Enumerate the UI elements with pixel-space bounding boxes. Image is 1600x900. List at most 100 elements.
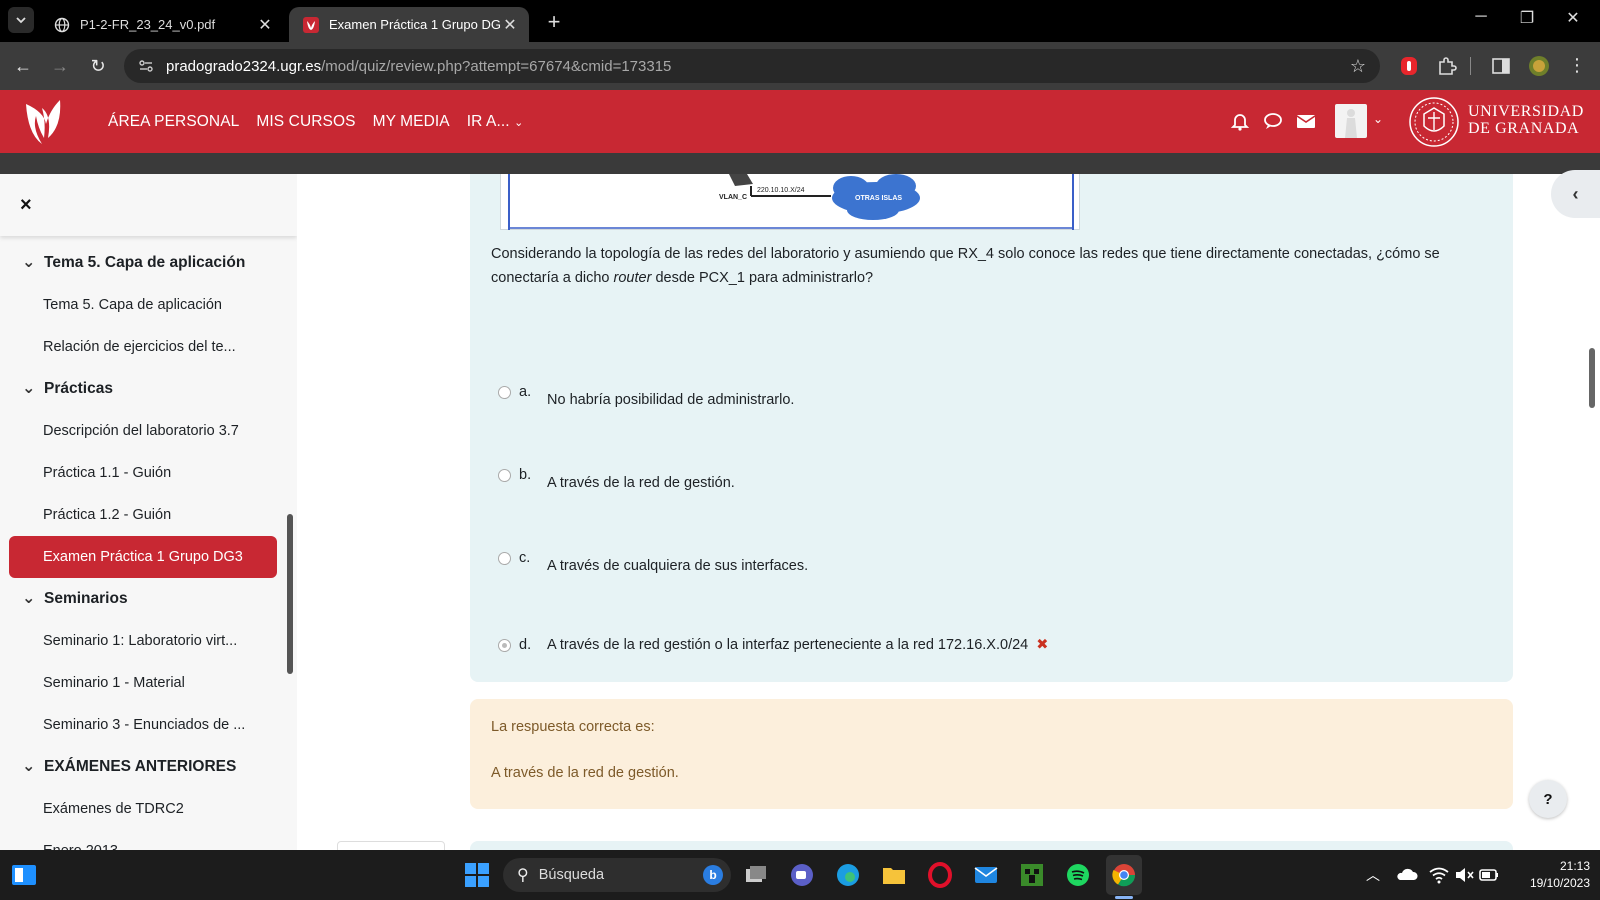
next-question-info-box xyxy=(337,841,445,850)
chevron-down-icon[interactable]: ⌄ xyxy=(22,255,35,271)
answer-radio[interactable] xyxy=(498,386,511,399)
course-item[interactable]: Enero 2013 xyxy=(0,830,285,850)
main-region: VLAN_C 220.10.10.X/24 OTRAS ISLAS Consid… xyxy=(297,174,1600,850)
opera-icon[interactable] xyxy=(927,862,953,888)
chevron-down-icon[interactable]: ⌄ xyxy=(22,591,35,607)
course-item[interactable]: Seminario 1 - Material xyxy=(0,662,285,704)
system-clock[interactable]: 21:13 19/10/2023 xyxy=(1510,858,1590,892)
site-info-icon[interactable] xyxy=(138,58,154,74)
browser-menu-icon[interactable]: ⋮ xyxy=(1565,53,1589,77)
address-bar[interactable]: pradogrado2324.ugr.es/mod/quiz/review.ph… xyxy=(124,49,1380,83)
course-item[interactable]: Exámenes de TDRC2 xyxy=(0,788,285,830)
course-item[interactable]: Seminario 3 - Enunciados de ... xyxy=(0,704,285,746)
chevron-down-icon[interactable]: ⌄ xyxy=(22,381,35,397)
tab-close-icon[interactable]: ✕ xyxy=(256,15,274,35)
university-brand-text: UNIVERSIDAD DE GRANADA xyxy=(1468,103,1584,137)
minecraft-icon[interactable] xyxy=(1019,862,1045,888)
desktop-app-icon[interactable] xyxy=(11,862,37,888)
course-index-drawer: ⌄ Tema 5. Capa de aplicación Tema 5. Capa … xyxy=(0,174,297,850)
course-item-label: Exámenes de TDRC2 xyxy=(43,801,184,817)
course-section[interactable]: ⌄ Prácticas xyxy=(0,368,285,410)
course-item-active[interactable]: Examen Práctica 1 Grupo DG3 xyxy=(9,536,277,578)
course-section[interactable]: ⌄ EXÁMENES ANTERIORES xyxy=(0,746,285,788)
answer-radio[interactable] xyxy=(498,552,511,565)
mail-app-icon[interactable] xyxy=(973,862,999,888)
drawer-scrollbar[interactable] xyxy=(287,514,293,674)
brand-line1: UNIVERSIDAD xyxy=(1468,103,1584,120)
side-panel-icon[interactable] xyxy=(1489,54,1513,78)
tab-close-icon[interactable]: ✕ xyxy=(501,15,519,35)
windows-start-icon[interactable] xyxy=(464,862,490,888)
onedrive-cloud-icon[interactable] xyxy=(1395,863,1419,887)
back-arrow-icon[interactable]: ← xyxy=(11,54,35,78)
brand-line2: DE GRANADA xyxy=(1468,120,1580,137)
reload-icon[interactable]: ↻ xyxy=(86,54,110,78)
minimize-icon[interactable]: ─ xyxy=(1466,8,1496,26)
ugr-logo-icon[interactable] xyxy=(22,98,66,146)
bookmark-star-icon[interactable]: ☆ xyxy=(1350,56,1366,77)
course-item-label: Tema 5. Capa de aplicación xyxy=(43,297,222,313)
course-item[interactable]: Tema 5. Capa de aplicación xyxy=(0,284,285,326)
search-icon: ⚲ xyxy=(517,867,529,884)
user-avatar[interactable] xyxy=(1335,104,1367,138)
ugr-favicon-icon xyxy=(303,16,319,33)
answer-letter: d. xyxy=(519,637,532,653)
file-explorer-icon[interactable] xyxy=(881,862,907,888)
wifi-icon[interactable] xyxy=(1427,863,1451,887)
nav-area-personal[interactable]: ÁREA PERSONAL xyxy=(108,113,239,131)
nav-my-media[interactable]: MY MEDIA xyxy=(373,113,450,131)
spotify-icon[interactable] xyxy=(1065,862,1091,888)
teams-chat-icon[interactable] xyxy=(789,862,815,888)
profile-avatar-icon[interactable] xyxy=(1527,54,1551,78)
course-item[interactable]: Descripción del laboratorio 3.7 xyxy=(0,410,285,452)
course-item[interactable]: Práctica 1.1 - Guión xyxy=(0,452,285,494)
window-close-icon[interactable]: ✕ xyxy=(1558,8,1588,28)
course-section[interactable]: ⌄ Seminarios xyxy=(0,578,285,620)
answer-radio[interactable] xyxy=(498,469,511,482)
tab-search-chevron-icon[interactable] xyxy=(8,7,34,33)
nav-ir-a-label: IR A... xyxy=(466,112,510,130)
new-tab-icon[interactable]: + xyxy=(543,9,565,35)
volume-muted-icon[interactable] xyxy=(1452,863,1476,887)
messages-bubble-icon[interactable] xyxy=(1262,110,1284,132)
course-item[interactable]: Práctica 1.2 - Guión xyxy=(0,494,285,536)
edge-browser-icon[interactable] xyxy=(835,862,861,888)
globe-icon xyxy=(54,17,70,32)
browser-tab-pdf[interactable]: P1-2-FR_23_24_v0.pdf ✕ xyxy=(40,7,284,42)
answer-radio-checked[interactable] xyxy=(498,639,511,652)
close-drawer-icon[interactable]: × xyxy=(20,194,32,217)
help-button[interactable]: ? xyxy=(1529,780,1567,818)
chrome-icon[interactable] xyxy=(1111,862,1137,888)
course-item[interactable]: Relación de ejercicios del te... xyxy=(0,326,285,368)
bing-icon[interactable]: b xyxy=(703,865,723,885)
taskbar-search[interactable]: ⚲ Búsqueda b xyxy=(503,858,731,892)
course-item[interactable]: Seminario 1: Laboratorio virt... xyxy=(0,620,285,662)
page-scrollbar[interactable] xyxy=(1589,348,1595,408)
chevron-down-icon[interactable]: ⌄ xyxy=(22,759,35,775)
extensions-puzzle-icon[interactable] xyxy=(1435,54,1459,78)
restore-icon[interactable]: ❐ xyxy=(1512,8,1542,28)
task-view-icon[interactable] xyxy=(743,862,769,888)
next-question-box xyxy=(470,841,1513,850)
battery-icon[interactable] xyxy=(1477,863,1501,887)
network-topology-image: VLAN_C 220.10.10.X/24 OTRAS ISLAS xyxy=(508,174,1074,230)
course-section[interactable]: ⌄ Tema 5. Capa de aplicación xyxy=(0,242,285,284)
browser-tabbar: P1-2-FR_23_24_v0.pdf ✕ Examen Práctica 1… xyxy=(0,0,1600,42)
answer-letter: b. xyxy=(519,467,532,483)
nav-mis-cursos[interactable]: MIS CURSOS xyxy=(256,113,355,131)
course-item-label: Seminario 1: Laboratorio virt... xyxy=(43,633,238,649)
user-menu-chevron-icon[interactable]: ⌄ xyxy=(1373,112,1383,126)
feedback-answer: A través de la red de gestión. xyxy=(491,765,679,781)
notifications-bell-icon[interactable] xyxy=(1229,110,1251,132)
nav-ir-a[interactable]: IR A... ⌄ xyxy=(467,113,524,131)
open-block-drawer-icon[interactable]: ‹ xyxy=(1551,170,1600,218)
browser-tab-quiz[interactable]: Examen Práctica 1 Grupo DG3: ✕ xyxy=(289,7,529,42)
incorrect-cross-icon: ✖ xyxy=(1036,637,1049,653)
course-section-label: Tema 5. Capa de aplicación xyxy=(44,254,246,271)
mail-envelope-icon[interactable] xyxy=(1295,110,1317,132)
chevron-down-icon: ⌄ xyxy=(514,116,524,129)
extension-red-icon[interactable] xyxy=(1397,54,1421,78)
tray-chevron-up-icon[interactable]: ︿ xyxy=(1366,865,1380,885)
forward-arrow-icon[interactable]: → xyxy=(48,54,72,78)
course-item-label: Descripción del laboratorio 3.7 xyxy=(43,423,239,439)
